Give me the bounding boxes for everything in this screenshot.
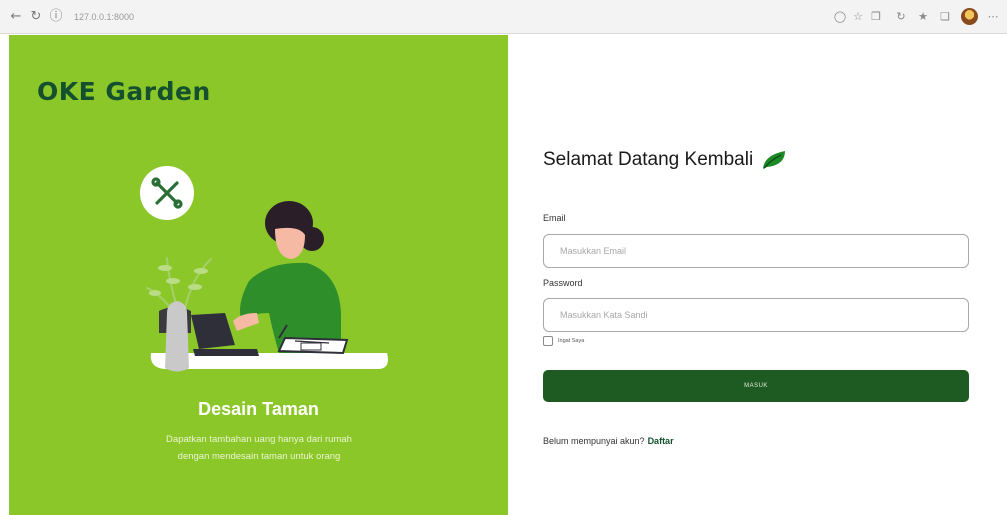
email-input[interactable] <box>543 234 969 268</box>
welcome-text: Selamat Datang Kembali <box>543 149 754 170</box>
login-panel: Selamat Datang Kembali Email Password In… <box>508 35 1007 515</box>
refresh-icon[interactable]: ↻ <box>893 9 909 25</box>
back-arrow-icon[interactable]: ← <box>8 9 24 25</box>
email-label: Email <box>543 213 566 223</box>
url-text: 127.0.0.1:8000 <box>74 12 135 22</box>
remember-checkbox[interactable] <box>543 336 553 346</box>
read-aloud-icon[interactable]: ◯ <box>832 9 848 25</box>
leaf-icon <box>763 151 786 169</box>
brand-logo: OKE Garden <box>37 77 211 106</box>
hero-description-line: Dapatkan tambahan uang hanya dari rumah <box>166 434 352 445</box>
star-icon[interactable]: ☆ <box>850 9 866 25</box>
info-icon[interactable]: ⓘ <box>48 9 64 25</box>
login-button[interactable]: MASUK <box>543 370 969 402</box>
login-heading: Selamat Datang Kembali <box>543 149 787 171</box>
signup-prompt: Belum mempunyai akun? Daftar <box>543 436 674 446</box>
more-icon[interactable]: ⋯ <box>985 9 1001 25</box>
password-input[interactable] <box>543 298 969 332</box>
split-screen-icon[interactable]: ❒ <box>868 9 884 25</box>
remember-label: Ingat Saya <box>558 338 585 344</box>
hero-description-line: dengan mendesain taman untuk orang <box>177 451 341 462</box>
hero-description: Dapatkan tambahan uang hanya dari rumah … <box>119 431 399 465</box>
collections-icon[interactable]: ❏ <box>937 9 953 25</box>
hero-title: Desain Taman <box>198 399 319 419</box>
address-bar[interactable]: ⓘ 127.0.0.1:8000 <box>48 7 608 27</box>
profile-icon[interactable] <box>961 8 978 25</box>
favorites-icon[interactable]: ★ <box>915 9 931 25</box>
browser-toolbar: ← ↻ ⓘ 127.0.0.1:8000 ◯ ☆ ❒ ↻ ★ ❏ ⋯ <box>0 0 1007 34</box>
gardener-illustration <box>140 166 388 372</box>
hero-panel: OKE Garden Desain Taman Dapatkan tambaha… <box>9 35 508 515</box>
signup-link[interactable]: Daftar <box>648 436 674 446</box>
password-label: Password <box>543 278 583 288</box>
reload-icon[interactable]: ↻ <box>28 9 44 25</box>
signup-prompt-text: Belum mempunyai akun? <box>543 436 645 446</box>
remember-me[interactable]: Ingat Saya <box>543 336 584 346</box>
